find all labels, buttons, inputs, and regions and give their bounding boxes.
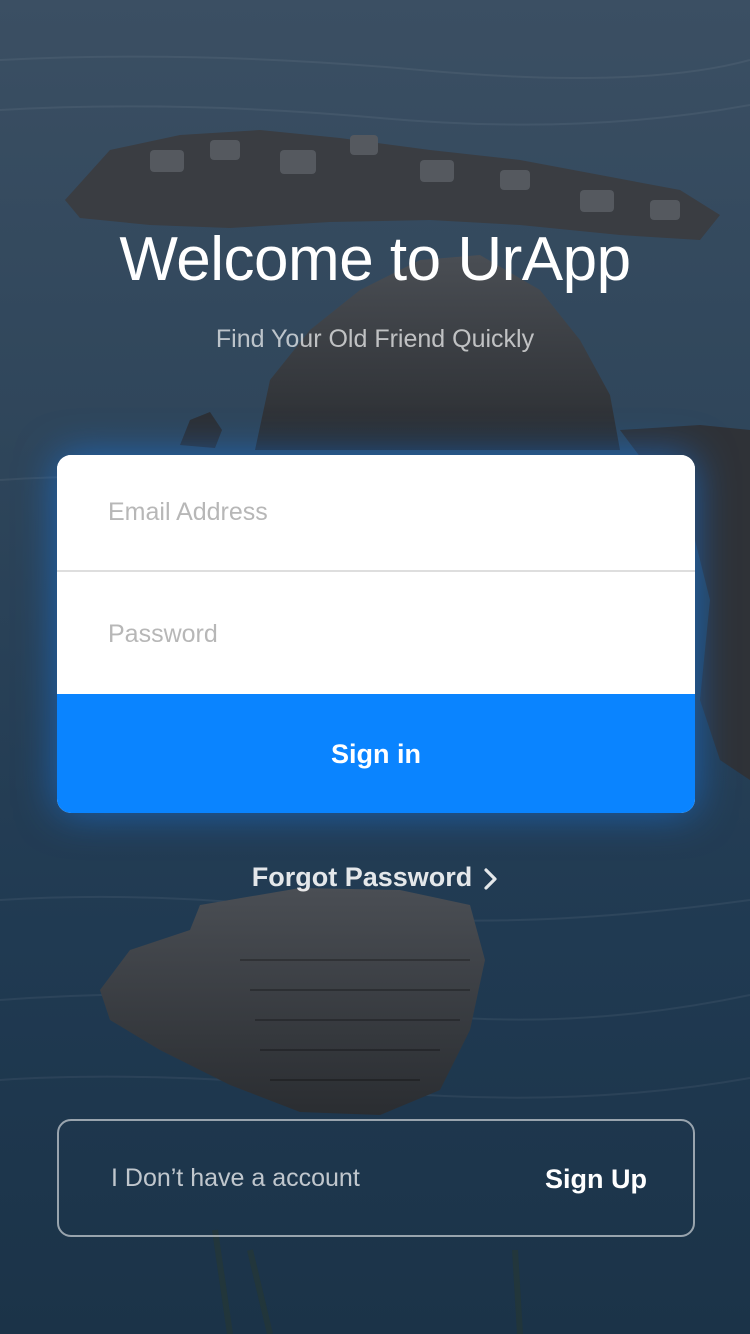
- password-input[interactable]: [106, 618, 650, 650]
- login-card: Sign in: [57, 455, 695, 813]
- forgot-password-link[interactable]: Forgot Password: [0, 858, 750, 896]
- no-account-text: I Don’t have a account: [111, 1164, 360, 1192]
- signup-bar: I Don’t have a account Sign Up: [57, 1119, 695, 1237]
- sign-in-button[interactable]: Sign in: [57, 694, 695, 813]
- email-input[interactable]: [106, 497, 650, 528]
- welcome-title: Welcome to UrApp: [119, 225, 631, 294]
- email-field-container: [57, 455, 695, 572]
- forgot-password-label: Forgot Password: [251, 861, 473, 892]
- sign-up-button[interactable]: Sign Up: [545, 1161, 647, 1197]
- chevron-right-icon: [484, 866, 498, 890]
- password-field-container: [57, 574, 695, 694]
- welcome-subtitle: Find Your Old Friend Quickly: [215, 325, 535, 353]
